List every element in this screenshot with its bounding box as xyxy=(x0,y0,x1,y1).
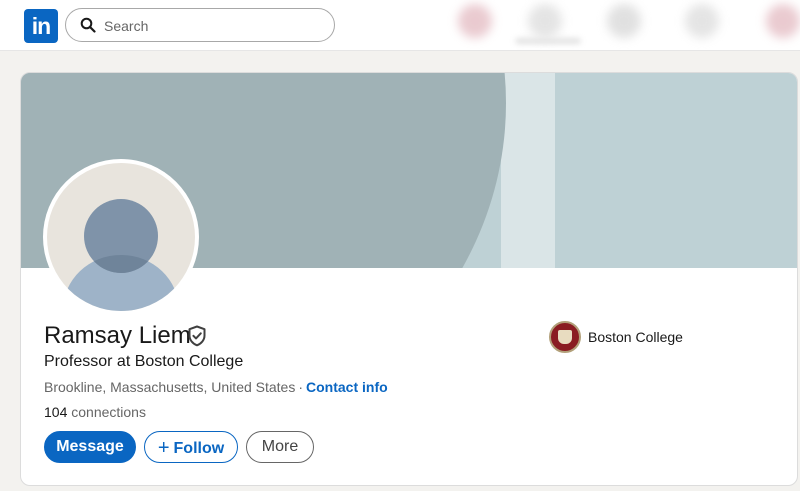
boston-college-logo xyxy=(549,321,581,353)
top-nav: in Search xyxy=(0,0,800,51)
nav-label-blurred xyxy=(515,38,581,44)
nav-icon-blurred[interactable] xyxy=(607,4,641,38)
connections-label: connections xyxy=(71,404,146,420)
contact-info-link[interactable]: Contact info xyxy=(306,379,388,395)
connections-number: 104 xyxy=(44,404,68,420)
separator-dot: · xyxy=(298,379,304,395)
profile-location: Brookline, Massachusetts, United States xyxy=(44,379,296,395)
profile-card: Ramsay Liem Professor at Boston College … xyxy=(20,72,798,486)
connections-count[interactable]: 104 connections xyxy=(44,404,146,420)
nav-icon-blurred[interactable] xyxy=(766,4,800,38)
search-input[interactable]: Search xyxy=(104,18,148,34)
search-icon xyxy=(80,17,96,33)
follow-button[interactable]: + Follow xyxy=(144,431,238,463)
plus-icon: + xyxy=(157,437,170,459)
nav-icon-blurred[interactable] xyxy=(528,4,562,38)
avatar-placeholder-icon xyxy=(47,163,195,311)
follow-label: Follow xyxy=(173,440,225,457)
avatar[interactable] xyxy=(43,159,199,315)
banner-strip xyxy=(501,73,555,268)
profile-headline: Professor at Boston College xyxy=(44,353,244,370)
profile-location-row: Brookline, Massachusetts, United States ·… xyxy=(44,379,388,395)
message-button[interactable]: Message xyxy=(44,431,136,463)
more-button[interactable]: More xyxy=(246,431,314,463)
nav-icon-blurred[interactable] xyxy=(458,4,492,38)
search-bar[interactable]: Search xyxy=(65,8,335,42)
verified-shield-icon[interactable] xyxy=(187,325,207,347)
organization-name: Boston College xyxy=(588,329,683,345)
avatar-overlap-shape xyxy=(84,199,158,273)
linkedin-logo[interactable]: in xyxy=(24,9,58,43)
profile-name: Ramsay Liem xyxy=(44,322,191,349)
nav-icon-blurred[interactable] xyxy=(685,4,719,38)
